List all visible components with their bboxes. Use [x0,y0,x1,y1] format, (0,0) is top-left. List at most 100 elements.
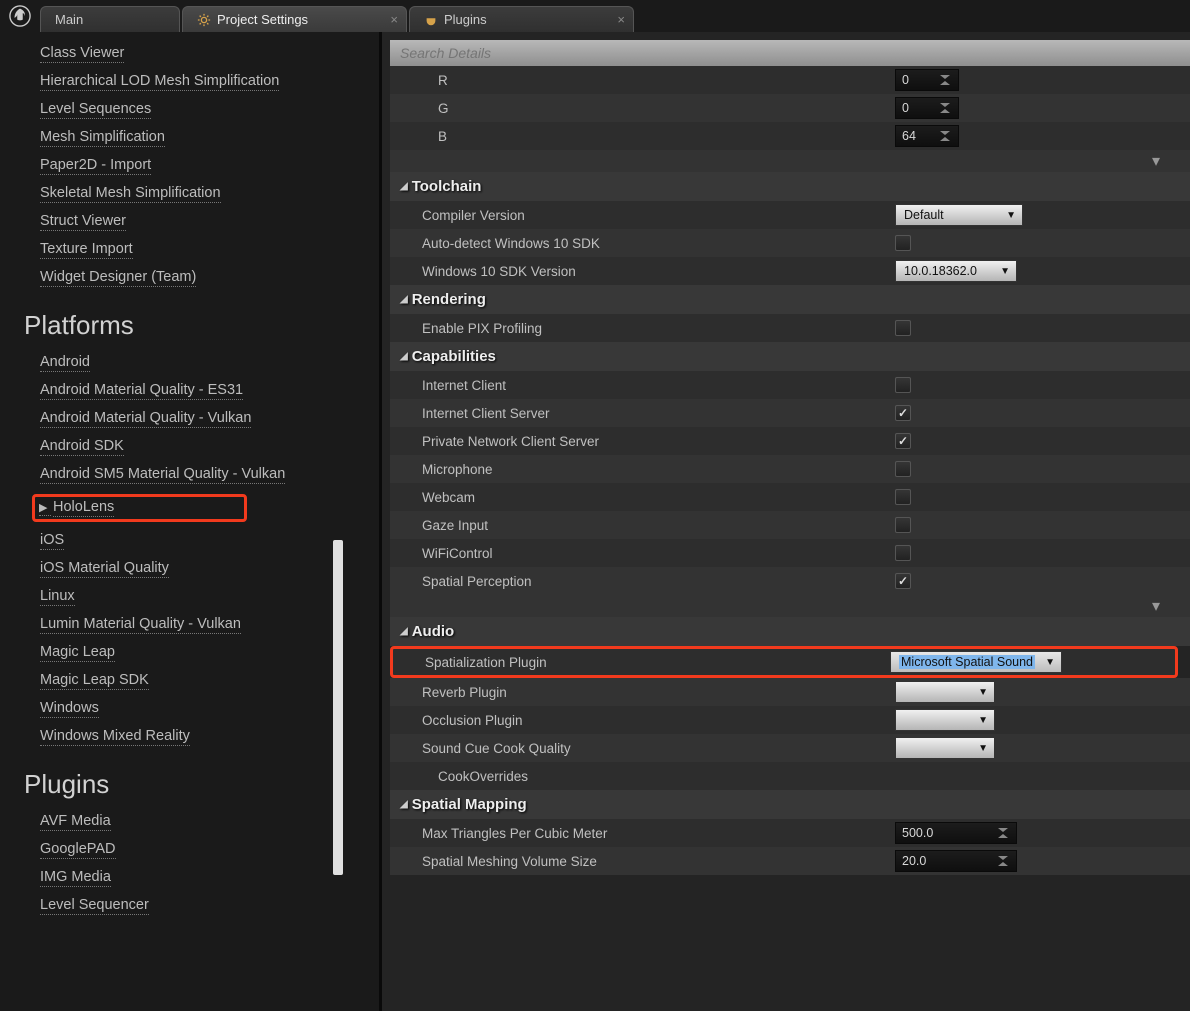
tab-strip: Main Project Settings × Plugins × [40,4,636,32]
g-input[interactable]: 0 [895,97,959,119]
sidebar-item[interactable]: Android Material Quality - ES31 [24,377,379,405]
max-triangles-input[interactable]: 500.0 [895,822,1017,844]
search-input[interactable] [400,45,1180,61]
spinner-icon[interactable] [996,854,1010,868]
tab-project-settings[interactable]: Project Settings × [182,6,407,32]
sidebar-item-label: Magic Leap SDK [40,672,149,690]
sidebar-item-hololens[interactable]: ▶ HoloLens [24,489,379,527]
sidebar-item-label: Texture Import [40,241,133,259]
sidebar-item[interactable]: Skeletal Mesh Simplification [24,180,379,208]
spinner-icon[interactable] [996,826,1010,840]
sidebar-item[interactable]: iOS [24,527,379,555]
spinner-icon[interactable] [938,73,952,87]
section-capabilities[interactable]: ◢Capabilities [390,342,1190,371]
chevron-down-icon[interactable]: ▾ [1152,151,1160,171]
capability-checkbox[interactable] [895,573,911,589]
r-input[interactable]: 0 [895,69,959,91]
capability-checkbox[interactable] [895,489,911,505]
section-toolchain[interactable]: ◢Toolchain [390,172,1190,201]
sidebar-item[interactable]: Android SM5 Material Quality - Vulkan [24,461,379,489]
compiler-version-dropdown[interactable]: Default▼ [895,204,1023,226]
tab-plugins[interactable]: Plugins × [409,6,634,32]
sidebar-item[interactable]: Struct Viewer [24,208,379,236]
spinner-icon[interactable] [938,101,952,115]
capability-checkbox[interactable] [895,433,911,449]
sidebar-item[interactable]: Texture Import [24,236,379,264]
sidebar-item-label: Android Material Quality - ES31 [40,382,243,400]
capability-checkbox[interactable] [895,517,911,533]
soundcue-quality-dropdown[interactable]: ▼ [895,737,995,759]
sidebar-item[interactable]: Linux [24,583,379,611]
sidebar-item[interactable]: Android Material Quality - Vulkan [24,405,379,433]
expand-icon: ◢ [400,181,408,192]
compiler-version-label: Compiler Version [390,208,895,223]
reverb-plugin-dropdown[interactable]: ▼ [895,681,995,703]
sidebar-item[interactable]: Level Sequences [24,96,379,124]
section-spatial-mapping[interactable]: ◢Spatial Mapping [390,790,1190,819]
section-audio[interactable]: ◢Audio [390,617,1190,646]
sidebar-item-label: Android [40,354,90,372]
pix-profiling-label: Enable PIX Profiling [390,321,895,336]
sidebar-item-label: Windows Mixed Reality [40,728,190,746]
sidebar-item[interactable]: Magic Leap [24,639,379,667]
tab-main[interactable]: Main [40,6,180,32]
sidebar-item[interactable]: Level Sequencer [24,892,379,920]
sidebar-item-label: Linux [40,588,75,606]
volume-size-input[interactable]: 20.0 [895,850,1017,872]
autodetect-sdk-label: Auto-detect Windows 10 SDK [390,236,895,251]
sidebar-item[interactable]: Windows Mixed Reality [24,723,379,751]
sidebar-item-label: Paper2D - Import [40,157,151,175]
sidebar-item[interactable]: iOS Material Quality [24,555,379,583]
sidebar-item[interactable]: Paper2D - Import [24,152,379,180]
capability-label: WiFiControl [390,546,895,561]
sidebar-item[interactable]: Android [24,349,379,377]
section-rendering[interactable]: ◢Rendering [390,285,1190,314]
sidebar-item[interactable]: Class Viewer [24,40,379,68]
chevron-down-icon: ▼ [978,743,988,754]
search-details-bar[interactable] [390,40,1190,66]
b-input[interactable]: 64 [895,125,959,147]
sidebar-item-label: Android SM5 Material Quality - Vulkan [40,466,285,484]
occlusion-plugin-dropdown[interactable]: ▼ [895,709,995,731]
unreal-logo-icon [0,0,40,32]
tab-label: Plugins [444,12,487,27]
capability-checkbox[interactable] [895,545,911,561]
close-icon[interactable]: × [617,12,625,27]
close-icon[interactable]: × [390,12,398,27]
sidebar-item[interactable]: Mesh Simplification [24,124,379,152]
sidebar-item-label: Struct Viewer [40,213,126,231]
capability-checkbox[interactable] [895,461,911,477]
sidebar-item[interactable]: Magic Leap SDK [24,667,379,695]
sidebar-item[interactable]: GooglePAD [24,836,379,864]
capability-label: Webcam [390,490,895,505]
expand-icon: ◢ [400,626,408,637]
capability-label: Internet Client [390,378,895,393]
sidebar-scroll-indicator[interactable] [333,540,343,875]
sidebar-item-label: iOS [40,532,64,550]
r-label: R [390,73,895,88]
sidebar-item-label: Level Sequencer [40,897,149,915]
sidebar-item[interactable]: Hierarchical LOD Mesh Simplification [24,68,379,96]
expand-icon: ◢ [400,294,408,305]
sidebar-item[interactable]: IMG Media [24,864,379,892]
capability-label: Private Network Client Server [390,434,895,449]
sidebar-item[interactable]: Widget Designer (Team) [24,264,379,292]
sidebar-item-label: Hierarchical LOD Mesh Simplification [40,73,279,91]
chevron-down-icon[interactable]: ▾ [1152,596,1160,616]
capability-checkbox[interactable] [895,405,911,421]
spinner-icon[interactable] [938,129,952,143]
sidebar-item-label: HoloLens [53,499,114,517]
chevron-down-icon: ▼ [1006,210,1016,221]
sidebar-item-label: Class Viewer [40,45,124,63]
expand-icon: ◢ [400,799,408,810]
capability-checkbox[interactable] [895,377,911,393]
sidebar-item[interactable]: Android SDK [24,433,379,461]
sidebar-item[interactable]: AVF Media [24,808,379,836]
sidebar-item[interactable]: Windows [24,695,379,723]
sdk-version-label: Windows 10 SDK Version [390,264,895,279]
autodetect-sdk-checkbox[interactable] [895,235,911,251]
sidebar-item[interactable]: Lumin Material Quality - Vulkan [24,611,379,639]
pix-profiling-checkbox[interactable] [895,320,911,336]
spatialization-plugin-dropdown[interactable]: Microsoft Spatial Sound▼ [890,651,1062,673]
sdk-version-dropdown[interactable]: 10.0.18362.0▼ [895,260,1017,282]
